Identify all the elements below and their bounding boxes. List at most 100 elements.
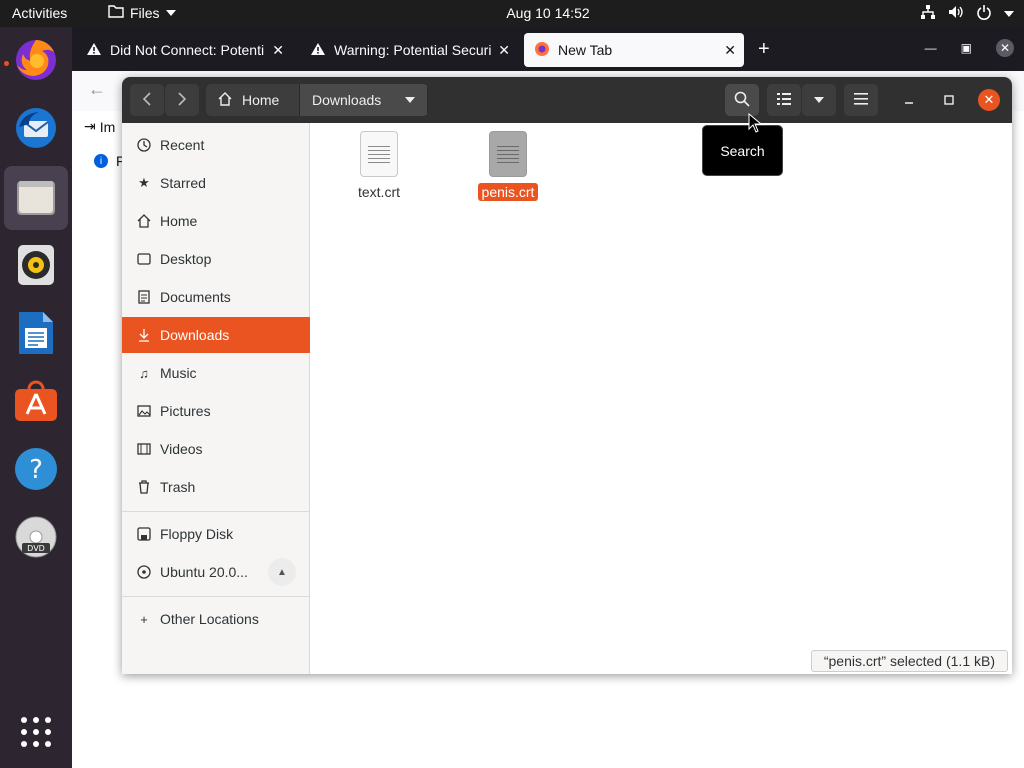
top-bar: Activities Files Aug 10 14:52 (0, 0, 1024, 27)
chevron-down-icon (1004, 10, 1014, 17)
documents-icon (136, 289, 152, 305)
star-icon: ★ (138, 175, 150, 190)
clock[interactable]: Aug 10 14:52 (0, 5, 1024, 21)
close-tab-icon[interactable]: ✕ (724, 42, 736, 59)
close-button[interactable]: ✕ (978, 89, 1000, 111)
show-apps-button[interactable] (4, 701, 68, 765)
dock-writer[interactable] (4, 302, 68, 366)
sidebar-item-ubuntu-disc[interactable]: Ubuntu 20.0... ▲ (122, 554, 310, 590)
sidebar-item-pictures[interactable]: Pictures (122, 393, 310, 429)
maximize-icon (944, 92, 954, 108)
close-tab-icon[interactable]: ✕ (498, 42, 510, 59)
chevron-down-icon (814, 97, 824, 103)
firefox-tab-strip: Did Not Connect: Potenti ✕ Warning: Pote… (72, 27, 1024, 71)
main-menu-button[interactable] (844, 84, 878, 116)
view-options-button[interactable] (802, 84, 836, 116)
power-icon (976, 4, 992, 23)
music-icon: ♫ (139, 365, 149, 381)
chevron-down-icon (405, 97, 415, 103)
file-view: text.crt penis.crt “penis.crt” selected … (311, 123, 1012, 674)
minimize-button[interactable] (898, 89, 920, 111)
sidebar-item-videos[interactable]: Videos (122, 431, 310, 467)
sidebar-item-trash[interactable]: Trash (122, 469, 310, 505)
back-button[interactable] (130, 84, 164, 116)
dock-files[interactable] (4, 166, 68, 230)
sidebar-item-floppy[interactable]: Floppy Disk (122, 516, 310, 552)
headerbar: Home Downloads ✕ (122, 77, 1012, 123)
home-icon (136, 213, 152, 229)
sidebar-item-label: Desktop (160, 251, 212, 267)
dock-firefox[interactable] (4, 29, 68, 93)
eject-icon: ▲ (277, 566, 287, 578)
sidebar-item-label: Downloads (160, 327, 230, 343)
files-icon (15, 177, 57, 220)
sidebar-item-label: Home (160, 213, 198, 229)
sidebar-item-recent[interactable]: Recent (122, 127, 310, 163)
info-banner: i F (94, 153, 125, 169)
path-bar: Home Downloads (206, 84, 428, 116)
forward-button[interactable] (165, 84, 199, 116)
plus-icon: + (140, 611, 148, 627)
chevron-left-icon (142, 91, 152, 109)
firefox-tab[interactable]: Did Not Connect: Potenti ✕ (76, 33, 292, 67)
dock-rhythmbox[interactable] (4, 234, 68, 298)
close-icon[interactable]: ✕ (996, 39, 1014, 57)
sidebar-item-documents[interactable]: Documents (122, 279, 310, 315)
trash-icon (136, 479, 152, 495)
minimize-icon[interactable]: — (925, 41, 937, 55)
back-arrow-icon[interactable]: ← (88, 79, 106, 100)
path-home[interactable]: Home (206, 84, 300, 116)
view-list-button[interactable] (767, 84, 801, 116)
new-tab-button[interactable]: + (758, 39, 770, 59)
help-icon: ? (13, 446, 59, 495)
sidebar-item-music[interactable]: ♫ Music (122, 355, 310, 391)
firefox-icon (13, 37, 59, 86)
desktop-icon (136, 251, 152, 267)
system-tray[interactable] (920, 4, 1014, 23)
software-icon (13, 379, 59, 426)
svg-text:DVD: DVD (27, 544, 45, 553)
sidebar-item-starred[interactable]: ★ Starred (122, 165, 310, 201)
file-item[interactable]: text.crt (334, 131, 424, 201)
sidebar-item-label: Starred (160, 175, 206, 191)
file-name: penis.crt (477, 183, 539, 201)
dock-thunderbird[interactable] (4, 97, 68, 161)
path-downloads-label: Downloads (312, 92, 382, 108)
eject-button[interactable]: ▲ (268, 558, 296, 586)
sidebar-item-label: Videos (160, 441, 203, 457)
minimize-icon (904, 92, 914, 108)
firefox-window-controls: — ▣ ✕ (925, 39, 1014, 57)
dock-help[interactable]: ? (4, 438, 68, 502)
downloads-icon (136, 327, 152, 343)
maximize-button[interactable] (938, 89, 960, 111)
import-label: Im (99, 118, 116, 135)
firefox-tab[interactable]: Warning: Potential Securi ✕ (300, 33, 518, 67)
path-home-label: Home (242, 92, 280, 108)
sidebar-item-label: Music (160, 365, 197, 381)
home-icon (218, 91, 232, 109)
files-window: Home Downloads ✕ Recent ★ Starred Home D… (122, 77, 1012, 674)
search-button[interactable] (725, 84, 759, 116)
thunderbird-icon (13, 105, 59, 154)
sidebar-item-other-locations[interactable]: + Other Locations (122, 601, 310, 637)
sidebar-item-downloads[interactable]: Downloads (122, 317, 310, 353)
file-item-selected[interactable]: penis.crt (463, 131, 553, 201)
writer-icon (17, 310, 55, 359)
sidebar-item-label: Other Locations (160, 611, 259, 627)
dock-dvd[interactable]: DVD (4, 506, 68, 570)
warning-icon (310, 42, 326, 59)
sidebar-item-desktop[interactable]: Desktop (122, 241, 310, 277)
maximize-icon[interactable]: ▣ (961, 41, 972, 55)
disc-icon (136, 564, 152, 580)
firefox-icon (534, 41, 550, 60)
path-downloads[interactable]: Downloads (300, 84, 428, 116)
dock-software[interactable] (4, 370, 68, 434)
import-bookmarks[interactable]: ⇥ Im (84, 118, 115, 135)
firefox-tab-current[interactable]: New Tab ✕ (524, 33, 744, 67)
clock-icon (136, 137, 152, 153)
selection-status: “penis.crt” selected (1.1 kB) (810, 650, 1008, 672)
close-tab-icon[interactable]: ✕ (272, 42, 284, 59)
sidebar-item-label: Ubuntu 20.0... (160, 564, 248, 580)
sidebar-item-home[interactable]: Home (122, 203, 310, 239)
warning-icon (86, 42, 102, 59)
